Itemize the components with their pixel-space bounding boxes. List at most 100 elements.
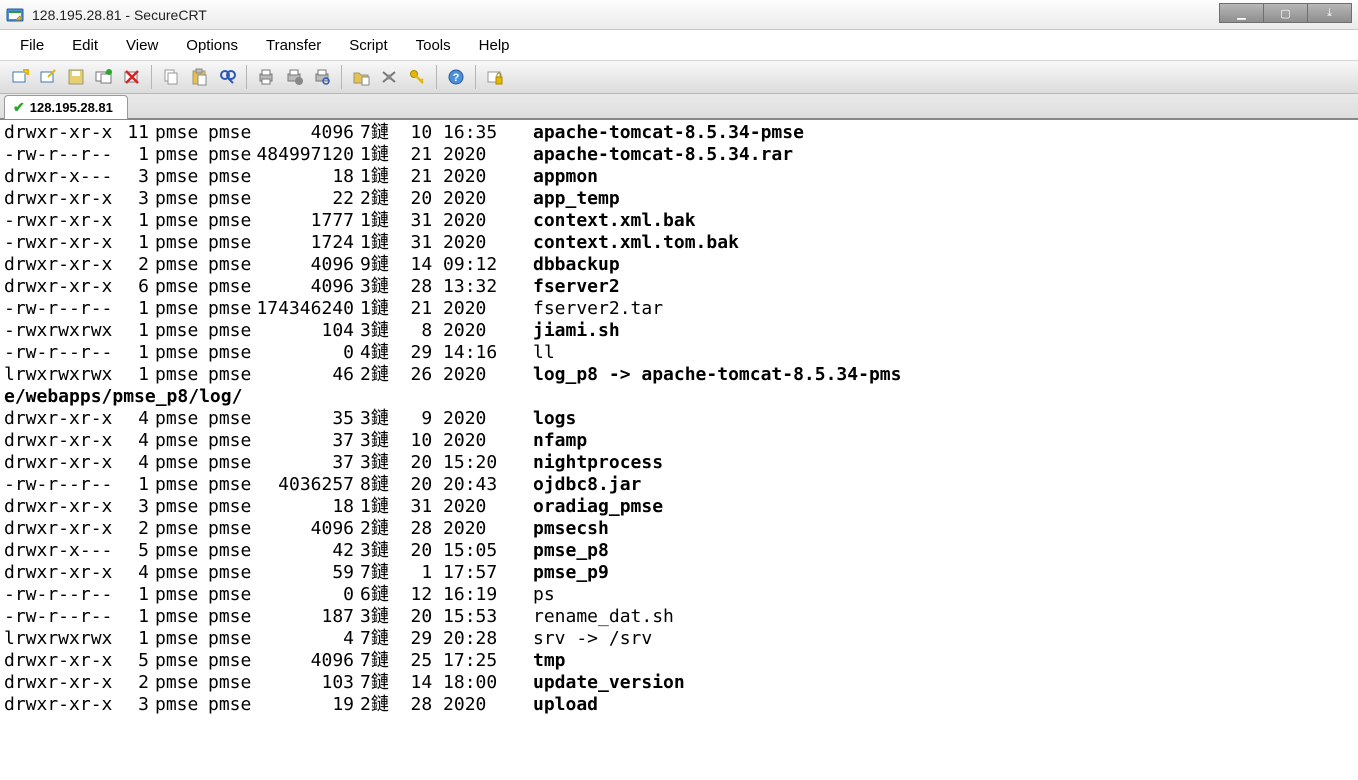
col-user: pmse (149, 650, 204, 672)
print-setup-icon[interactable] (282, 65, 306, 89)
col-size: 187 (254, 606, 354, 628)
col-links: 4 (119, 430, 149, 452)
col-group: pmse (204, 518, 254, 540)
help-icon[interactable]: ? (444, 65, 468, 89)
menu-file[interactable]: File (20, 37, 44, 54)
col-perm: -rw-r--r-- (4, 342, 119, 364)
menu-options[interactable]: Options (186, 37, 238, 54)
col-date: 1鏈 31 2020 (354, 232, 529, 254)
minimize-button[interactable]: ▁ (1219, 3, 1264, 23)
col-date: 9鏈 14 09:12 (354, 254, 529, 276)
col-name: ps (529, 584, 555, 606)
col-name: fserver2.tar (529, 298, 663, 320)
listing-row: drwxr-x---5pmsepmse423鏈 20 15:05pmse_p8 (4, 540, 1354, 562)
col-group: pmse (204, 650, 254, 672)
col-name: nightprocess (529, 452, 663, 474)
print-icon[interactable] (254, 65, 278, 89)
col-user: pmse (149, 452, 204, 474)
col-perm: drwxr-xr-x (4, 518, 119, 540)
listing-row: drwxr-xr-x3pmsepmse222鏈 20 2020app_temp (4, 188, 1354, 210)
col-group: pmse (204, 342, 254, 364)
col-date: 1鏈 21 2020 (354, 166, 529, 188)
col-perm: drwxr-xr-x (4, 122, 119, 144)
paste-icon[interactable] (187, 65, 211, 89)
reconnect-icon[interactable] (92, 65, 116, 89)
copy-icon[interactable] (159, 65, 183, 89)
col-perm: -rwxrwxrwx (4, 320, 119, 342)
col-date: 8鏈 20 20:43 (354, 474, 529, 496)
col-size: 19 (254, 694, 354, 716)
col-links: 6 (119, 276, 149, 298)
col-user: pmse (149, 188, 204, 210)
listing-row: drwxr-xr-x5pmsepmse40967鏈 25 17:25tmp (4, 650, 1354, 672)
col-user: pmse (149, 342, 204, 364)
disconnect-icon[interactable] (120, 65, 144, 89)
col-perm: drwxr-xr-x (4, 694, 119, 716)
col-name: app_temp (529, 188, 620, 210)
col-size: 4096 (254, 650, 354, 672)
col-links: 3 (119, 694, 149, 716)
menu-help[interactable]: Help (479, 37, 510, 54)
print-preview-icon[interactable] (310, 65, 334, 89)
col-perm: drwxr-xr-x (4, 562, 119, 584)
col-links: 4 (119, 452, 149, 474)
col-perm: drwxr-xr-x (4, 430, 119, 452)
app-icon (6, 6, 24, 24)
col-name: appmon (529, 166, 598, 188)
col-date: 2鏈 20 2020 (354, 188, 529, 210)
col-user: pmse (149, 496, 204, 518)
menu-tools[interactable]: Tools (416, 37, 451, 54)
listing-row: drwxr-xr-x2pmsepmse40962鏈 28 2020pmsecsh (4, 518, 1354, 540)
col-user: pmse (149, 364, 204, 386)
col-perm: drwxr-x--- (4, 540, 119, 562)
col-links: 1 (119, 342, 149, 364)
listing-row: drwxr-xr-x6pmsepmse40963鏈 28 13:32fserve… (4, 276, 1354, 298)
menu-transfer[interactable]: Transfer (266, 37, 321, 54)
col-name: logs (529, 408, 576, 430)
col-name: oradiag_pmse (529, 496, 663, 518)
settings-icon[interactable] (377, 65, 401, 89)
listing-row: -rw-r--r--1pmsepmse1873鏈 20 15:53rename_… (4, 606, 1354, 628)
col-links: 1 (119, 606, 149, 628)
col-perm: drwxr-xr-x (4, 496, 119, 518)
col-links: 2 (119, 254, 149, 276)
key-icon[interactable] (405, 65, 429, 89)
col-name: srv -> /srv (529, 628, 652, 650)
listing-row: drwxr-xr-x4pmsepmse373鏈 10 2020nfamp (4, 430, 1354, 452)
col-group: pmse (204, 188, 254, 210)
find-icon[interactable] (215, 65, 239, 89)
session-tab[interactable]: ✔ 128.195.28.81 (4, 95, 128, 119)
col-name: context.xml.tom.bak (529, 232, 739, 254)
col-size: 59 (254, 562, 354, 584)
save-session-icon[interactable] (64, 65, 88, 89)
new-session-icon[interactable] (8, 65, 32, 89)
toolbar-separator (475, 65, 476, 89)
col-user: pmse (149, 606, 204, 628)
col-links: 1 (119, 364, 149, 386)
maximize-button[interactable]: ▢ (1263, 3, 1308, 23)
col-name: rename_dat.sh (529, 606, 674, 628)
col-links: 3 (119, 496, 149, 518)
listing-row: -rw-r--r--1pmsepmse06鏈 12 16:19ps (4, 584, 1354, 606)
menu-script[interactable]: Script (349, 37, 387, 54)
lock-session-icon[interactable] (483, 65, 507, 89)
menu-view[interactable]: View (126, 37, 158, 54)
col-perm: -rwxr-xr-x (4, 210, 119, 232)
col-name: pmse_p8 (529, 540, 609, 562)
col-links: 2 (119, 672, 149, 694)
col-size: 0 (254, 584, 354, 606)
col-links: 4 (119, 562, 149, 584)
window-title: 128.195.28.81 - SecureCRT (32, 7, 207, 23)
menu-edit[interactable]: Edit (72, 37, 98, 54)
col-group: pmse (204, 606, 254, 628)
col-date: 1鏈 31 2020 (354, 496, 529, 518)
col-group: pmse (204, 364, 254, 386)
restore-button[interactable]: ⤓ (1307, 3, 1352, 23)
col-name: update_version (529, 672, 685, 694)
terminal-output[interactable]: drwxr-xr-x11pmsepmse40967鏈 10 16:35apach… (0, 120, 1358, 780)
folder-icon[interactable] (349, 65, 373, 89)
col-date: 7鏈 25 17:25 (354, 650, 529, 672)
listing-row: drwxr-xr-x4pmsepmse353鏈 9 2020logs (4, 408, 1354, 430)
quick-connect-icon[interactable] (36, 65, 60, 89)
col-size: 37 (254, 430, 354, 452)
